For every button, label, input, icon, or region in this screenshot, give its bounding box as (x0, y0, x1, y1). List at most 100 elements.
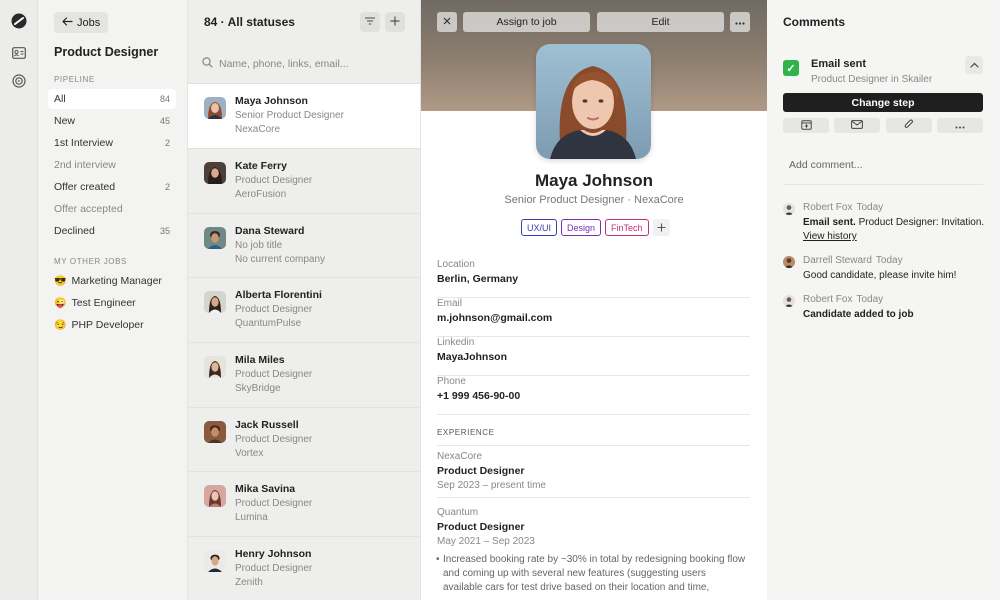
pipeline-item-count: 35 (159, 226, 170, 236)
candidate-company: AeroFusion (235, 189, 287, 200)
pipeline-item-1st-interview[interactable]: 1st Interview 2 (48, 133, 176, 153)
tag-chip[interactable]: FinTech (605, 219, 649, 236)
assign-to-job-button[interactable]: Assign to job (463, 12, 590, 32)
tag-chip[interactable]: UX/UI (521, 219, 558, 236)
experience-dates: May 2021 – Sep 2023 (437, 536, 535, 547)
pipeline-item-2nd-interview[interactable]: 2nd interview (48, 155, 176, 175)
experience-item: NexaCore Product Designer Sep 2023 – pre… (437, 451, 750, 491)
comment-time: Today (875, 255, 903, 266)
experience-item: Quantum Product Designer May 2021 – Sep … (437, 507, 750, 547)
email-button[interactable] (834, 118, 880, 133)
candidate-role: Product Designer (235, 498, 313, 509)
contacts-card-icon[interactable] (11, 45, 27, 61)
attach-button[interactable] (886, 118, 932, 133)
field-value[interactable]: +1 999 456-90-00 (437, 390, 520, 402)
candidate-full-name: Maya Johnson (534, 171, 654, 190)
comment-bold: Candidate added to job (803, 309, 914, 320)
candidate-row[interactable]: Alberta Florentini Product Designer Quan… (188, 277, 420, 342)
candidate-row[interactable]: Mila Miles Product Designer SkyBridge (188, 342, 420, 407)
field-value[interactable]: MayaJohnson (437, 351, 507, 363)
field-label: Linkedin (437, 337, 475, 348)
pipeline-section-label: PIPELINE (54, 75, 95, 84)
avatar (204, 162, 226, 184)
event-title: Email sent (811, 58, 867, 70)
candidate-role: Product Designer (235, 563, 313, 574)
candidate-company: SkyBridge (235, 383, 281, 394)
pipeline-item-count: 2 (164, 182, 170, 192)
avatar (783, 295, 795, 307)
change-step-button[interactable]: Change step (783, 93, 983, 112)
candidate-name: Kate Ferry (235, 160, 287, 172)
field-value[interactable]: m.johnson@gmail.com (437, 312, 552, 324)
field-location: Location Berlin, Germany (437, 259, 750, 298)
schedule-button[interactable] (783, 118, 829, 133)
other-job-item[interactable]: 😎 Marketing Manager (54, 275, 162, 287)
other-job-item[interactable]: 😜 Test Engineer (54, 297, 136, 309)
field-label: Email (437, 298, 463, 309)
close-button[interactable] (437, 12, 457, 32)
pipeline-item-label: Offer accepted (54, 203, 123, 215)
comments-title: Comments (783, 15, 846, 29)
add-candidate-button[interactable] (385, 12, 405, 32)
candidate-company: NexaCore (235, 124, 281, 135)
target-icon[interactable] (11, 73, 27, 89)
candidate-role: No job title (235, 240, 283, 251)
comment-text: Good candidate, please invite him! (803, 270, 957, 281)
back-label: Jobs (77, 16, 101, 29)
emoji-icon: 😎 (54, 275, 67, 287)
pipeline-item-offer-created[interactable]: Offer created 2 (48, 177, 176, 197)
candidate-row[interactable]: Mika Savina Product Designer Lumina (188, 471, 420, 536)
collapse-button[interactable] (965, 56, 983, 74)
more-actions-button[interactable] (937, 118, 983, 133)
candidate-row[interactable]: Dana Steward No job title No current com… (188, 213, 420, 278)
pipeline-item-declined[interactable]: Declined 35 (48, 221, 176, 241)
pipeline-item-label: Declined (54, 225, 95, 237)
edit-button[interactable]: Edit (597, 12, 724, 32)
pipeline-item-all[interactable]: All 84 (48, 89, 176, 109)
candidate-role: Senior Product Designer (235, 110, 344, 121)
candidate-name: Maya Johnson (235, 95, 308, 107)
filter-button[interactable] (360, 12, 380, 32)
close-icon (443, 16, 451, 28)
experience-company: NexaCore (437, 451, 483, 462)
avatar (204, 291, 226, 313)
emoji-icon: 😏 (54, 319, 67, 331)
other-job-item[interactable]: 😏 PHP Developer (54, 319, 144, 331)
job-title: Product Designer (54, 45, 159, 59)
chevron-up-icon (969, 59, 979, 71)
pipeline-item-offer-accepted[interactable]: Offer accepted (48, 199, 176, 219)
experience-title: Product Designer (437, 465, 525, 477)
back-to-jobs-button[interactable]: Jobs (54, 12, 109, 33)
other-job-label: PHP Developer (71, 319, 144, 331)
add-comment-input[interactable]: Add comment... (789, 159, 863, 171)
experience-dates: Sep 2023 – present time (437, 480, 546, 491)
candidate-name: Mila Miles (235, 354, 285, 366)
tag-chip[interactable]: Design (561, 219, 602, 236)
more-button[interactable] (730, 12, 750, 32)
paperclip-icon (904, 118, 914, 133)
comment-time: Today (856, 294, 884, 305)
candidate-row[interactable]: Henry Johnson Product Designer Zenith (188, 536, 420, 600)
pipeline-item-new[interactable]: New 45 (48, 111, 176, 131)
candidate-row[interactable]: Kate Ferry Product Designer AeroFusion (188, 148, 420, 213)
comment-bold: Email sent. (803, 217, 856, 228)
check-icon: ✓ (783, 60, 799, 76)
avatar (783, 256, 795, 268)
field-email: Email m.johnson@gmail.com (437, 298, 750, 337)
candidate-name: Dana Steward (235, 225, 305, 237)
candidate-row[interactable]: Jack Russell Product Designer Vortex (188, 407, 420, 472)
candidate-role: Product Designer (235, 304, 313, 315)
candidate-row[interactable]: Maya Johnson Senior Product Designer Nex… (188, 83, 420, 148)
comment-time: Today (856, 202, 884, 213)
avatar (204, 550, 226, 572)
profile-photo (536, 44, 651, 159)
experience-title: Product Designer (437, 521, 525, 533)
event-subtitle: Product Designer in Skailer (811, 74, 933, 85)
candidate-role: Product Designer (235, 175, 313, 186)
view-history-link[interactable]: View history (803, 231, 857, 242)
pipeline-item-count: 2 (164, 138, 170, 148)
add-tag-button[interactable] (652, 219, 670, 236)
pipeline-item-count: 84 (159, 94, 170, 104)
app-logo-icon[interactable] (11, 13, 27, 29)
search-input[interactable]: Name, phone, links, email... (202, 56, 407, 72)
